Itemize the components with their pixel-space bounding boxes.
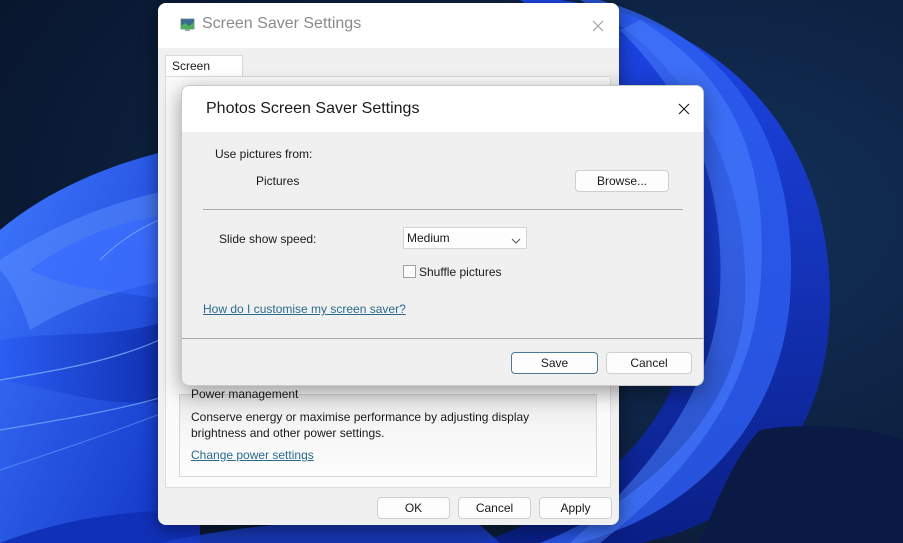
apply-button[interactable]: Apply — [539, 497, 612, 519]
inner-close-button[interactable] — [671, 96, 697, 122]
outer-cancel-button[interactable]: Cancel — [458, 497, 531, 519]
inner-dialog-title: Photos Screen Saver Settings — [206, 100, 420, 117]
outer-close-button[interactable] — [585, 13, 611, 39]
inner-titlebar: Photos Screen Saver Settings — [182, 86, 703, 132]
inner-cancel-button[interactable]: Cancel — [606, 352, 692, 374]
outer-titlebar: Screen Saver Settings — [158, 3, 619, 48]
save-button[interactable]: Save — [511, 352, 598, 374]
power-management-description: Conserve energy or maximise performance … — [191, 410, 530, 440]
section-divider — [203, 209, 683, 210]
ok-button[interactable]: OK — [377, 497, 450, 519]
use-pictures-label: Use pictures from: — [215, 147, 313, 161]
customise-help-link[interactable]: How do I customise my screen saver? — [203, 302, 406, 316]
slide-show-speed-label: Slide show speed: — [219, 232, 317, 246]
footer-divider — [182, 338, 703, 339]
shuffle-pictures-checkbox[interactable] — [403, 265, 416, 278]
slide-show-speed-value: Medium — [407, 231, 450, 245]
close-icon — [678, 103, 690, 115]
browse-button[interactable]: Browse... — [575, 170, 669, 192]
shuffle-pictures-label[interactable]: Shuffle pictures — [419, 265, 502, 279]
chevron-down-icon — [511, 232, 521, 252]
power-management-legend: Power management — [191, 387, 299, 401]
screen-saver-icon — [180, 17, 196, 33]
photos-screen-saver-settings-dialog: Photos Screen Saver Settings Use picture… — [181, 85, 704, 386]
outer-dialog-title: Screen Saver Settings — [202, 15, 362, 32]
pictures-folder-value: Pictures — [256, 174, 300, 188]
tab-screen-saver[interactable]: Screen Saver — [165, 55, 243, 93]
close-icon — [592, 20, 604, 32]
slide-show-speed-select[interactable]: Medium — [403, 227, 527, 249]
change-power-settings-link[interactable]: Change power settings — [191, 448, 314, 462]
power-management-group: Power management Conserve energy or maxi… — [179, 387, 597, 477]
